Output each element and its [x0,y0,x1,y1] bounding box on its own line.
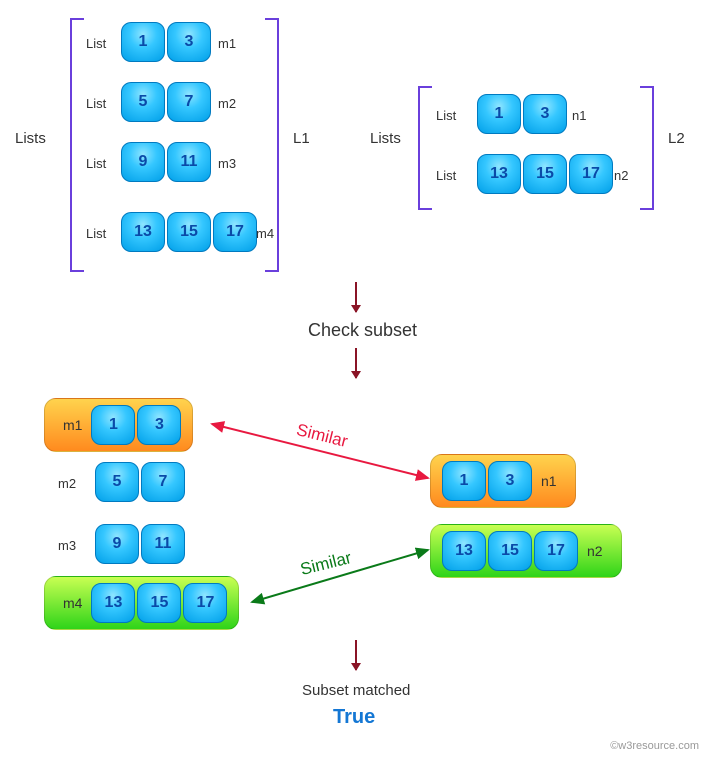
watermark: ©w3resource.com [610,740,699,752]
label-subset-matched: Subset matched [302,682,410,699]
label-result-true: True [333,706,375,729]
diagram-root: { "labels": { "lists": "Lists", "list": … [0,0,711,758]
arrow-down-3 [355,640,357,670]
